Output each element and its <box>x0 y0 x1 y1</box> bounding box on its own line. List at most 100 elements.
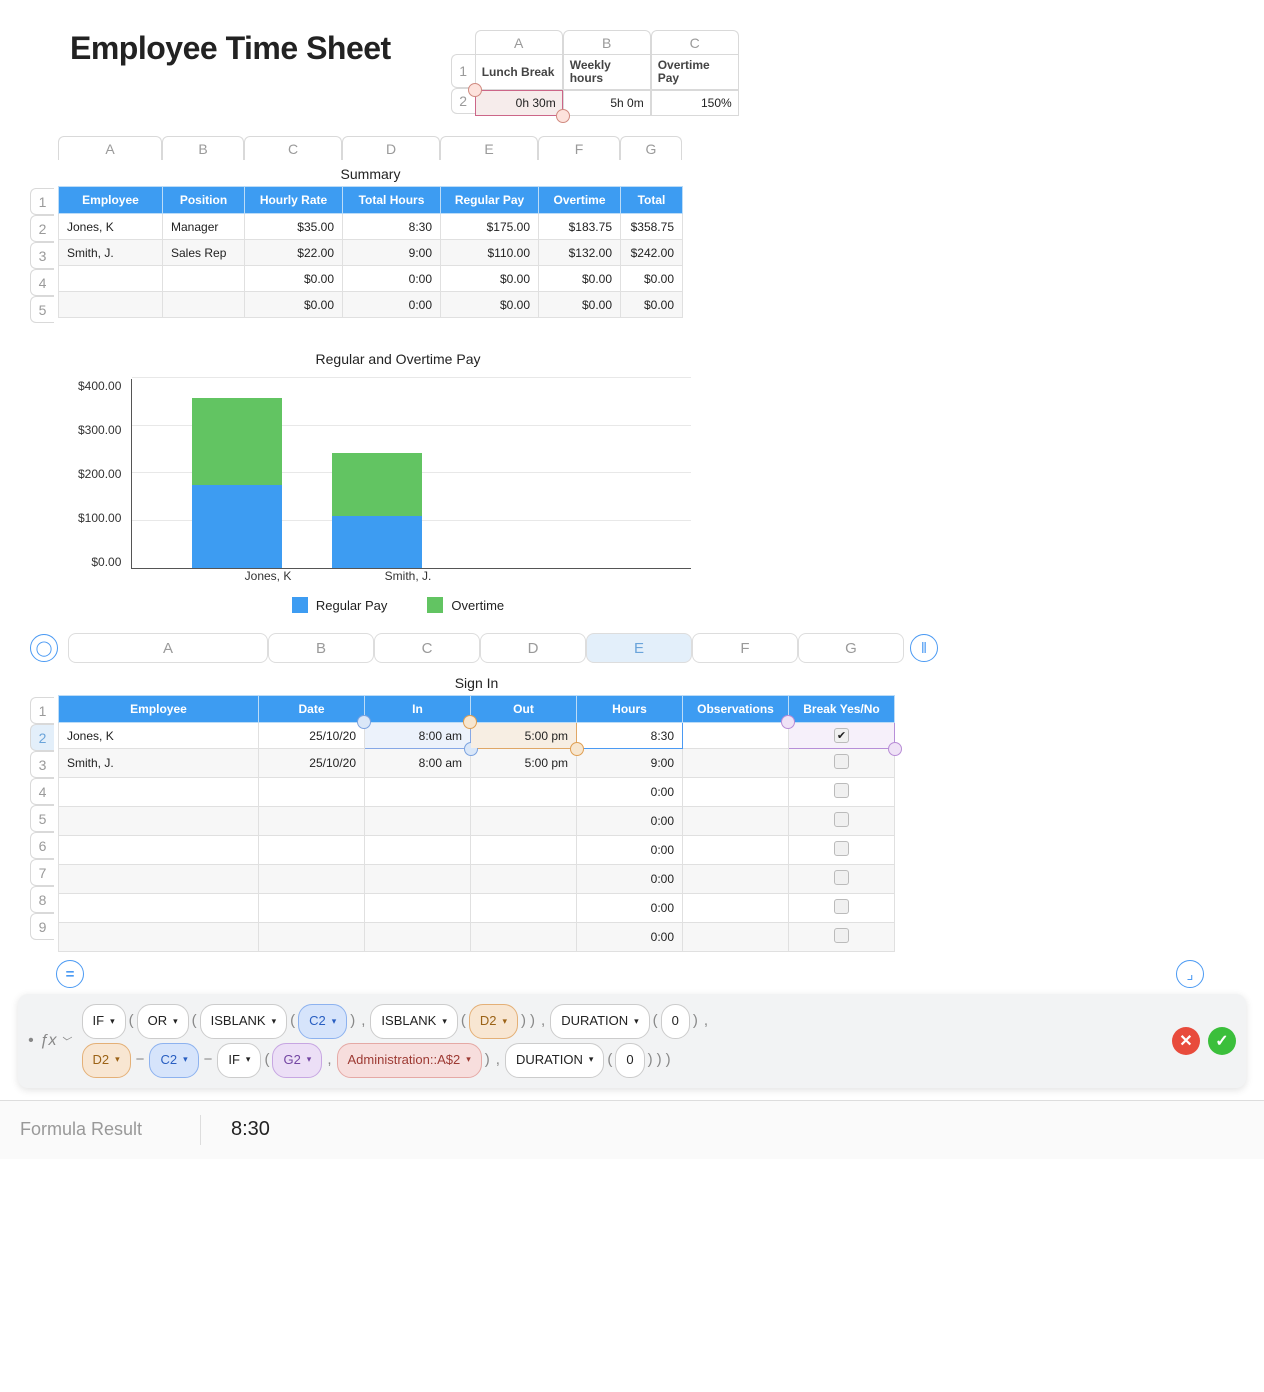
signin-cell[interactable] <box>683 778 789 807</box>
admin-val-ot[interactable]: 150% <box>651 90 739 116</box>
summary-cell[interactable]: 8:30 <box>343 214 441 240</box>
formula-func-token[interactable]: ISBLANK▾ <box>370 1004 457 1039</box>
summary-row-3[interactable]: 3 <box>30 242 54 269</box>
signin-cell[interactable]: Jones, K <box>59 723 259 749</box>
signin-col-c[interactable]: C <box>374 633 480 663</box>
signin-cell[interactable] <box>59 865 259 894</box>
admin-col-a[interactable]: A <box>475 30 563 54</box>
signin-cell[interactable]: 0:00 <box>577 778 683 807</box>
formula-func-token[interactable]: OR▾ <box>137 1004 189 1039</box>
summary-hdr-0[interactable]: Employee <box>59 187 163 214</box>
signin-col-f[interactable]: F <box>692 633 798 663</box>
signin-cell[interactable]: 8:00 am <box>365 723 471 749</box>
signin-cell[interactable] <box>365 807 471 836</box>
summary-hdr-5[interactable]: Overtime <box>539 187 621 214</box>
summary-hdr-1[interactable]: Position <box>163 187 245 214</box>
summary-table[interactable]: EmployeePositionHourly RateTotal HoursRe… <box>58 186 683 318</box>
formula-bar[interactable]: •ƒx﹀ IF▾(OR▾(ISBLANK▾(C2▾),ISBLANK▾(D2▾)… <box>18 994 1246 1087</box>
signin-cell[interactable]: 0:00 <box>577 807 683 836</box>
fx-label[interactable]: •ƒx﹀ <box>28 1032 71 1050</box>
summary-cell[interactable]: Smith, J. <box>59 240 163 266</box>
signin-cell[interactable]: Smith, J. <box>59 749 259 778</box>
summary-cell[interactable]: $132.00 <box>539 240 621 266</box>
col-add-icon[interactable]: ‖ <box>910 634 938 662</box>
summary-cell[interactable]: $22.00 <box>245 240 343 266</box>
signin-hdr-1[interactable]: Date <box>259 696 365 723</box>
summary-row-4[interactable]: 4 <box>30 269 54 296</box>
summary-hdr-3[interactable]: Total Hours <box>343 187 441 214</box>
signin-cell[interactable] <box>471 778 577 807</box>
summary-col-a[interactable]: A <box>58 136 162 160</box>
break-checkbox[interactable] <box>834 899 849 914</box>
signin-hdr-4[interactable]: Hours <box>577 696 683 723</box>
summary-cell[interactable]: $358.75 <box>621 214 683 240</box>
signin-row-6[interactable]: 6 <box>30 832 54 859</box>
signin-cell[interactable] <box>789 807 895 836</box>
signin-cell[interactable] <box>259 923 365 952</box>
signin-cell[interactable] <box>789 778 895 807</box>
signin-cell[interactable]: ✔ <box>789 723 895 749</box>
summary-cell[interactable] <box>163 292 245 318</box>
signin-cell[interactable]: 25/10/20 <box>259 723 365 749</box>
signin-row-4[interactable]: 4 <box>30 778 54 805</box>
signin-cell[interactable] <box>789 749 895 778</box>
summary-cell[interactable]: $110.00 <box>441 240 539 266</box>
signin-cell[interactable]: 5:00 pm <box>471 749 577 778</box>
signin-cell[interactable] <box>59 923 259 952</box>
formula-ref-token[interactable]: C2▾ <box>298 1004 347 1039</box>
signin-col-b[interactable]: B <box>268 633 374 663</box>
signin-cell[interactable]: 5:00 pm <box>471 723 577 749</box>
signin-cell[interactable] <box>259 778 365 807</box>
signin-cell[interactable] <box>59 894 259 923</box>
signin-row-1[interactable]: 1 <box>30 697 54 724</box>
signin-cell[interactable]: 9:00 <box>577 749 683 778</box>
signin-cell[interactable] <box>259 807 365 836</box>
summary-cell[interactable]: $183.75 <box>539 214 621 240</box>
signin-col-e[interactable]: E <box>586 633 692 663</box>
signin-row-3[interactable]: 3 <box>30 751 54 778</box>
signin-cell[interactable] <box>471 894 577 923</box>
signin-cell[interactable] <box>789 865 895 894</box>
signin-row-2[interactable]: 2 <box>30 724 54 751</box>
signin-cell[interactable] <box>259 836 365 865</box>
signin-cell[interactable]: 25/10/20 <box>259 749 365 778</box>
break-checkbox[interactable] <box>834 754 849 769</box>
signin-table[interactable]: EmployeeDateInOutHoursObservationsBreak … <box>58 695 895 952</box>
signin-cell[interactable] <box>789 923 895 952</box>
signin-cell[interactable] <box>59 778 259 807</box>
signin-cell[interactable] <box>471 807 577 836</box>
formula-ref-token[interactable]: D2▾ <box>469 1004 518 1039</box>
signin-cell[interactable] <box>683 749 789 778</box>
summary-cell[interactable]: $0.00 <box>441 266 539 292</box>
signin-cell[interactable] <box>365 894 471 923</box>
signin-cell[interactable]: 8:30 <box>577 723 683 749</box>
signin-hdr-0[interactable]: Employee <box>59 696 259 723</box>
admin-val-lunch[interactable]: 0h 30m <box>475 90 563 116</box>
summary-hdr-2[interactable]: Hourly Rate <box>245 187 343 214</box>
formula-func-token[interactable]: DURATION▾ <box>550 1004 649 1039</box>
formula-cancel-button[interactable]: ✕ <box>1172 1027 1200 1055</box>
summary-cell[interactable]: 9:00 <box>343 240 441 266</box>
formula-func-token[interactable]: IF▾ <box>82 1004 126 1039</box>
summary-col-d[interactable]: D <box>342 136 440 160</box>
signin-row-8[interactable]: 8 <box>30 886 54 913</box>
formula-ref-token[interactable]: D2▾ <box>82 1043 131 1078</box>
signin-row-7[interactable]: 7 <box>30 859 54 886</box>
break-checkbox[interactable] <box>834 841 849 856</box>
signin-cell[interactable]: 0:00 <box>577 894 683 923</box>
signin-cell[interactable] <box>365 865 471 894</box>
summary-cell[interactable]: $0.00 <box>539 292 621 318</box>
signin-cell[interactable] <box>683 865 789 894</box>
summary-cell[interactable]: $0.00 <box>245 266 343 292</box>
formula-ref-token[interactable]: C2▾ <box>149 1043 198 1078</box>
summary-cell[interactable]: $242.00 <box>621 240 683 266</box>
summary-cell[interactable]: $0.00 <box>621 292 683 318</box>
row-corner-icon[interactable]: ⌟ <box>1176 960 1204 988</box>
signin-cell[interactable] <box>789 836 895 865</box>
signin-cell[interactable]: 0:00 <box>577 836 683 865</box>
signin-cell[interactable] <box>683 807 789 836</box>
signin-cell[interactable] <box>59 836 259 865</box>
summary-col-g[interactable]: G <box>620 136 682 160</box>
signin-cell[interactable] <box>471 923 577 952</box>
summary-cell[interactable] <box>163 266 245 292</box>
